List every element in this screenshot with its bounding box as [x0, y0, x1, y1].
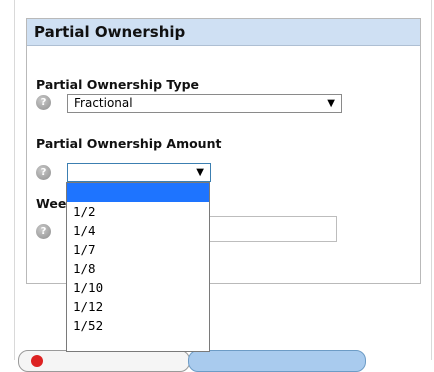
dropdown-option[interactable]: 1/4: [67, 221, 209, 240]
chevron-down-icon: ▼: [327, 98, 335, 109]
help-icon[interactable]: ?: [36, 95, 51, 110]
ownership-type-label: Partial Ownership Type: [36, 77, 200, 92]
help-icon[interactable]: ?: [36, 224, 51, 239]
dropdown-option[interactable]: [67, 183, 209, 202]
primary-button[interactable]: [188, 350, 366, 372]
ownership-amount-dropdown[interactable]: 1/2 1/4 1/7 1/8 1/10 1/12 1/52: [66, 182, 210, 352]
status-icon: [31, 355, 43, 367]
dropdown-option[interactable]: 1/52: [67, 316, 209, 335]
chevron-down-icon: ▼: [196, 167, 204, 178]
help-icon[interactable]: ?: [36, 165, 51, 180]
dropdown-option[interactable]: 1/2: [67, 202, 209, 221]
ownership-amount-label: Partial Ownership Amount: [36, 136, 222, 151]
secondary-button[interactable]: [18, 350, 190, 372]
section-title: Partial Ownership: [27, 19, 420, 46]
dropdown-option[interactable]: 1/7: [67, 240, 209, 259]
dropdown-option[interactable]: 1/10: [67, 278, 209, 297]
ownership-type-select[interactable]: Fractional ▼: [67, 94, 342, 113]
dropdown-option[interactable]: 1/8: [67, 259, 209, 278]
dropdown-option[interactable]: 1/12: [67, 297, 209, 316]
weeks-label: Wee: [36, 196, 67, 211]
ownership-type-value: Fractional: [74, 96, 133, 110]
ownership-amount-select[interactable]: ▼: [67, 163, 211, 182]
